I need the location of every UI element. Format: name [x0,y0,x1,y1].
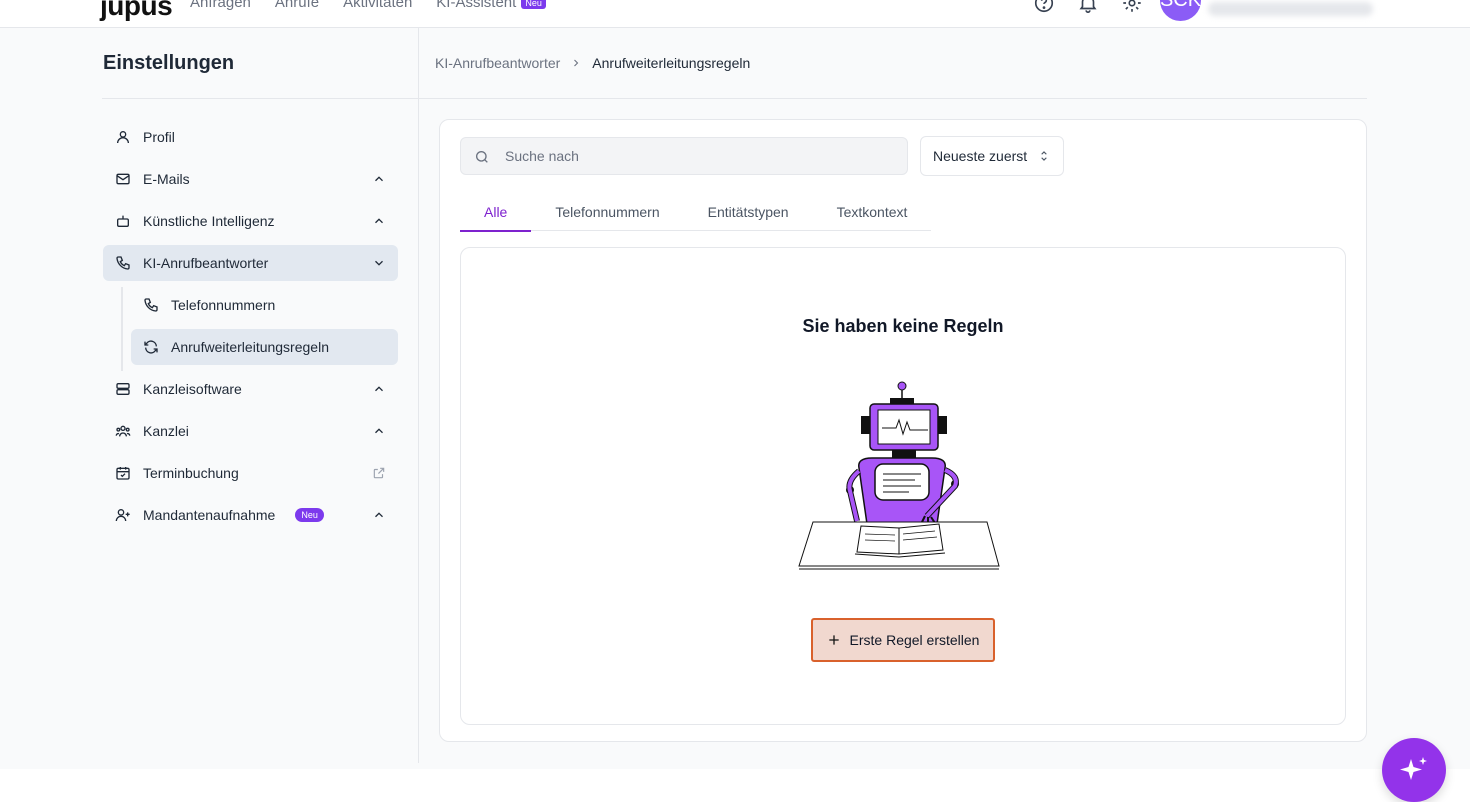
mail-icon [116,173,130,185]
sparkles-icon [1400,757,1427,780]
search-icon [476,151,488,163]
calendar-check-icon [116,467,130,480]
top-nav: Anfragen Anrufe Aktivitäten KI-Assistent… [190,0,546,11]
tab-alle[interactable]: Alle [460,192,532,232]
bell-icon[interactable] [1077,0,1099,14]
sidebar-item-label: Terminbuchung [143,465,239,481]
sidebar-item-label: Telefonnummern [171,297,276,313]
nav-ki-assistent-label: KI-Assistent [436,0,517,11]
sidebar-item-label: Mandantenaufnahme [143,507,276,523]
phone-icon [116,256,130,270]
new-badge: Neu [295,508,324,522]
sidebar-item-emails[interactable]: E-Mails [103,161,398,197]
sidebar-item-label: KI-Anrufbeantworter [143,255,269,271]
page-bottom [0,769,1470,802]
robot-reading-illustration [798,381,1000,570]
new-badge: Neu [521,0,546,9]
ai-assistant-fab[interactable] [1382,738,1446,802]
breadcrumb-current: Anrufweiterleitungsregeln [592,55,751,71]
tab-entitaetstypen[interactable]: Entitätstypen [684,192,813,231]
chevron-up-icon [375,218,383,224]
filter-tabs: Alle Telefonnummern Entitätstypen Textko… [460,192,932,232]
avatar[interactable]: SCK [1160,0,1201,21]
sidebar-item-ki-anrufbeantworter[interactable]: KI-Anrufbeantworter [103,245,398,281]
users-icon [115,425,131,437]
sidebar-subnav: Telefonnummern Anrufweiterleitungsregeln [103,287,398,371]
search-box [460,137,908,175]
chevron-up-icon [375,176,383,182]
nav-anfragen[interactable]: Anfragen [190,0,251,11]
external-link-icon [373,467,385,479]
sidebar-item-label: Profil [143,129,175,145]
settings-sidebar: Einstellungen Profil E-Mails Künstliche … [0,28,419,763]
bot-icon [117,215,129,227]
sidebar-item-profil[interactable]: Profil [103,119,398,155]
sidebar-item-terminbuchung[interactable]: Terminbuchung [103,455,398,491]
sidebar-item-label: E-Mails [143,171,190,187]
app-logo[interactable]: jupus [100,0,173,22]
sidebar-item-kuenstliche-intelligenz[interactable]: Künstliche Intelligenz [103,203,398,239]
top-icons [1033,0,1143,14]
create-first-rule-button[interactable]: Erste Regel erstellen [811,618,995,662]
sidebar-item-label: Anrufweiterleitungsregeln [171,339,329,355]
user-plus-icon [115,509,130,522]
breadcrumb: KI-Anrufbeantworter Anrufweiterleitungsr… [435,55,750,71]
chevron-up-icon [375,512,383,518]
nav-aktivitaeten[interactable]: Aktivitäten [343,0,412,11]
nav-ki-assistent[interactable]: KI-Assistent Neu [436,0,546,11]
plus-icon [828,635,839,645]
sidebar-item-label: Kanzleisoftware [143,381,242,397]
main-area: Einstellungen Profil E-Mails Künstliche … [0,28,1470,769]
sidebar-item-telefonnummern[interactable]: Telefonnummern [131,287,398,323]
divider [102,98,419,99]
refresh-icon [144,340,158,354]
chevron-down-icon [375,260,383,266]
page-title: Einstellungen [103,52,235,74]
phone-icon [144,298,158,312]
chevron-up-icon [375,428,383,434]
settings-nav: Profil E-Mails Künstliche Intelligenz KI… [103,119,398,539]
chevron-right-icon [574,59,579,67]
sort-select[interactable]: Neueste zuerst [920,136,1064,176]
rules-panel: Neueste zuerst Alle Telefonnummern Entit… [439,119,1367,742]
sidebar-item-kanzlei[interactable]: Kanzlei [103,413,398,449]
search-input[interactable] [505,138,895,174]
nav-anrufe[interactable]: Anrufe [275,0,319,11]
user-icon [117,131,129,144]
server-icon [116,383,130,395]
sidebar-item-kanzleisoftware[interactable]: Kanzleisoftware [103,371,398,407]
sidebar-item-label: Kanzlei [143,423,189,439]
tab-textkontext[interactable]: Textkontext [813,192,932,231]
gear-icon[interactable] [1121,0,1143,14]
chevron-up-icon [375,386,383,392]
user-name-blurred[interactable] [1208,2,1373,16]
breadcrumb-parent[interactable]: KI-Anrufbeantworter [435,55,560,71]
sidebar-item-mandantenaufnahme[interactable]: Mandantenaufnahme Neu [103,497,398,533]
help-icon[interactable] [1033,0,1055,14]
chevrons-up-down-icon [1041,151,1047,161]
subnav-line [121,287,123,371]
empty-state: Sie haben keine Regeln Erste Regel erste… [460,247,1346,725]
divider [419,98,1367,99]
empty-state-title: Sie haben keine Regeln [802,316,1004,336]
sidebar-item-label: Künstliche Intelligenz [143,213,275,229]
tab-telefonnummern[interactable]: Telefonnummern [531,192,683,231]
top-navbar: jupus Anfragen Anrufe Aktivitäten KI-Ass… [0,0,1470,28]
create-first-rule-label: Erste Regel erstellen [849,632,980,648]
sidebar-item-anrufweiterleitungsregeln[interactable]: Anrufweiterleitungsregeln [131,329,398,365]
sort-selected-label: Neueste zuerst [933,148,1028,164]
